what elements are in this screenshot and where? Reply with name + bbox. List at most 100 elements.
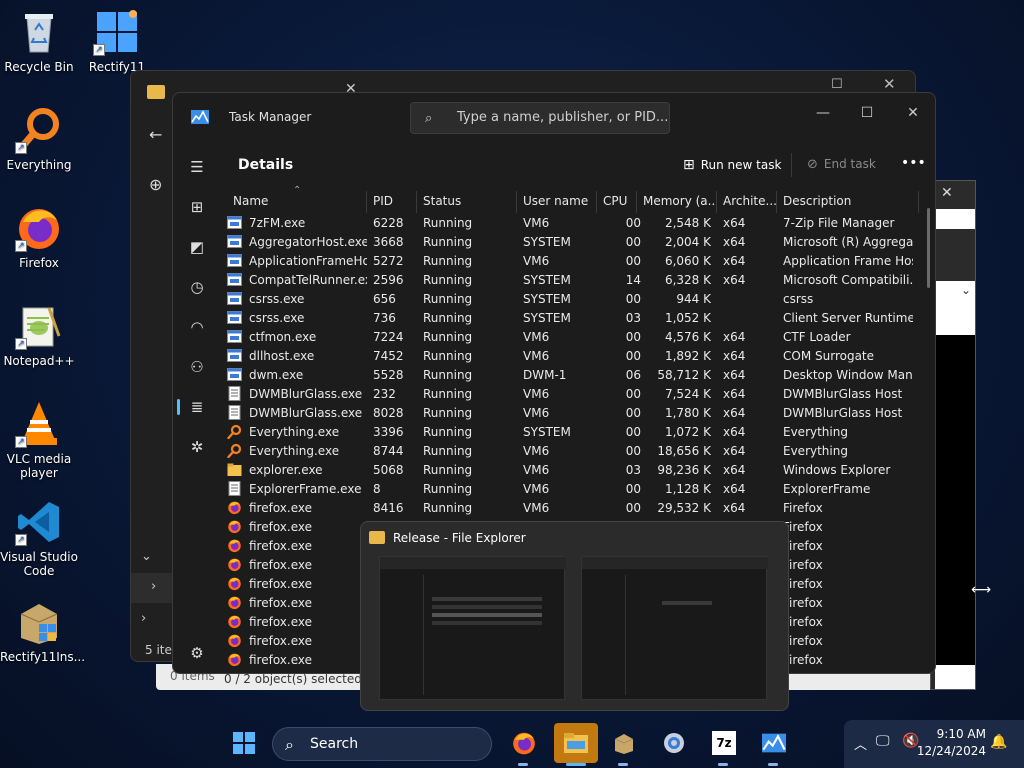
desktop-icon-notepadpp[interactable]: ↗ Notepad++ [0, 302, 78, 368]
cell-mem: 4,576 K [664, 330, 711, 344]
maximize-button[interactable]: ☐ [845, 99, 889, 127]
page-title: Details [238, 157, 294, 173]
minimize-button[interactable]: — [801, 99, 845, 127]
combo-box[interactable]: ⌄ [935, 281, 975, 305]
desktop-icon-vlc[interactable]: ↗ VLC media player [0, 400, 78, 480]
end-task-button[interactable]: ⊘ End task [807, 157, 876, 172]
taskbar-file-explorer[interactable] [554, 723, 598, 763]
cell-name: explorer.exe [249, 463, 323, 477]
taskbar-thumbnail-preview[interactable]: Release - File Explorer [360, 521, 789, 711]
cell-user: VM6 [523, 216, 550, 230]
column-header-pid[interactable]: PID [367, 191, 417, 213]
process-row[interactable]: ApplicationFrameHo... 5272 Running VM6 00 6,0… [223, 252, 921, 271]
desktop-icon-rectify11-installer[interactable]: Rectify11Ins... [0, 598, 85, 664]
services-icon[interactable]: ✲ [185, 435, 209, 459]
process-row[interactable]: ExplorerFrame.exe 8 Running VM6 00 1,128 K x64… [223, 480, 921, 499]
cell-desc: ExplorerFrame [783, 482, 871, 496]
process-row[interactable]: csrss.exe 656 Running SYSTEM 00 944 K csrss [223, 290, 921, 309]
scrollbar-thumb[interactable] [927, 208, 930, 288]
settings-gear-icon[interactable]: ⚙ [185, 641, 209, 665]
shortcut-arrow-icon: ↗ [15, 240, 27, 252]
column-header-description[interactable]: Description [777, 191, 919, 213]
nav-expand-row[interactable]: › [131, 605, 173, 635]
run-new-task-button[interactable]: ⊞ Run new task [683, 157, 781, 173]
desktop-icon-rectify11-control[interactable]: ↗ Rectify11 Control [78, 8, 156, 77]
startup-apps-icon[interactable]: ◠ [185, 315, 209, 339]
column-header-memory[interactable]: Memory (a... [637, 191, 717, 213]
start-button[interactable] [226, 725, 262, 761]
column-header-user[interactable]: User name [517, 191, 597, 213]
close-icon[interactable]: ✕ [941, 185, 953, 201]
taskbar-search-box[interactable]: ⌕ Search [272, 727, 492, 761]
column-header-name[interactable]: Name [227, 191, 367, 213]
process-row[interactable]: DWMBlurGlass.exe 8028 Running VM6 00 1,780 K x… [223, 404, 921, 423]
process-row[interactable]: csrss.exe 736 Running SYSTEM 03 1,052 K Client… [223, 309, 921, 328]
process-row[interactable]: dllhost.exe 7452 Running VM6 00 1,892 K x64 COM… [223, 347, 921, 366]
desktop-icon-everything[interactable]: ↗ Everything [0, 106, 78, 172]
process-row[interactable]: dwm.exe 5528 Running DWM-1 06 58,712 K x64 Desk… [223, 366, 921, 385]
notification-bell-icon[interactable]: 🔔 [990, 734, 1007, 750]
search-placeholder: Type a name, publisher, or PID... [457, 110, 669, 125]
cell-cpu: 00 [625, 235, 641, 249]
taskbar-settings[interactable] [656, 725, 692, 761]
show-hidden-icons-chevron-icon[interactable]: ︿ [854, 734, 867, 753]
cell-arch: x64 [723, 425, 746, 439]
close-icon[interactable]: ✕ [883, 75, 896, 93]
taskbar-firefox[interactable] [506, 725, 542, 761]
process-row[interactable]: ctfmon.exe 7224 Running VM6 00 4,576 K x64 CTF … [223, 328, 921, 347]
cell-arch: x64 [723, 387, 746, 401]
network-icon[interactable]: 🖵 [876, 733, 890, 749]
taskbar-notepadpp[interactable] [606, 725, 642, 761]
process-row[interactable]: CompatTelRunner.exe 2596 Running SYSTEM 14 6,… [223, 271, 921, 290]
taskbar-7zip[interactable]: 7z [706, 725, 742, 761]
nav-expand-row[interactable]: ⌄ [131, 543, 173, 573]
column-header-architecture[interactable]: Archite... [717, 191, 777, 213]
desktop-icon-recycle-bin[interactable]: Recycle Bin [0, 8, 78, 74]
search-input[interactable]: ⌕ Type a name, publisher, or PID... [410, 102, 670, 134]
cell-arch: x64 [723, 368, 746, 382]
taskbar-task-manager[interactable] [756, 725, 792, 761]
firefox-process-icon [227, 595, 242, 610]
app-history-icon[interactable]: ◷ [185, 275, 209, 299]
process-row[interactable]: 7zFM.exe 6228 Running VM6 00 2,548 K x64 7-Zip … [223, 214, 921, 233]
firefox-process-icon [227, 557, 242, 572]
process-row[interactable]: explorer.exe 5068 Running VM6 03 98,236 K x64 W… [223, 461, 921, 480]
close-button[interactable]: ✕ [891, 99, 935, 127]
processes-icon[interactable]: ⊞ [185, 195, 209, 219]
console-area [935, 335, 975, 665]
desktop-icon-vscode[interactable]: ↗ Visual Studio Code [0, 498, 78, 578]
process-row[interactable]: AggregatorHost.exe 3668 Running SYSTEM 00 2,0… [223, 233, 921, 252]
process-row[interactable]: Everything.exe 8744 Running VM6 00 18,656 K x6… [223, 442, 921, 461]
cell-cpu: 00 [625, 216, 641, 230]
users-icon[interactable]: ⚇ [185, 355, 209, 379]
process-row[interactable]: firefox.exe 8416 Running VM6 00 29,532 K x64 Fi… [223, 499, 921, 518]
details-icon[interactable]: ≣ [185, 395, 209, 419]
shortcut-arrow-icon: ↗ [15, 142, 27, 154]
desktop-icon-firefox[interactable]: ↗ Firefox [0, 204, 78, 270]
cell-user: VM6 [523, 387, 550, 401]
app-process-icon [227, 291, 242, 306]
window-thumbnail-2[interactable] [581, 556, 768, 700]
clock-time[interactable]: 9:10 AM [926, 727, 986, 741]
cell-arch: x64 [723, 463, 746, 477]
cell-name: ExplorerFrame.exe [249, 482, 362, 496]
clock-date[interactable]: 12/24/2024 [916, 744, 986, 758]
cell-name: DWMBlurGlass.exe [249, 387, 363, 401]
back-arrow-icon[interactable]: ← [149, 125, 162, 144]
process-row[interactable]: Everything.exe 3396 Running SYSTEM 00 1,072 K… [223, 423, 921, 442]
more-options-button[interactable]: ••• [901, 155, 926, 171]
cell-name: 7zFM.exe [249, 216, 306, 230]
hamburger-menu-icon[interactable]: ☰ [185, 155, 209, 179]
cell-pid: 5528 [373, 368, 404, 382]
window-thumbnail-1[interactable] [379, 556, 566, 700]
column-header-cpu[interactable]: CPU [597, 191, 637, 213]
new-item-icon[interactable]: ⊕ [149, 175, 162, 194]
cell-status: Running [423, 254, 473, 268]
cell-arch: x64 [723, 349, 746, 363]
cell-user: VM6 [523, 330, 550, 344]
process-row[interactable]: DWMBlurGlass.exe 232 Running VM6 00 7,524 K x6… [223, 385, 921, 404]
performance-icon[interactable]: ◩ [185, 235, 209, 259]
maximize-icon[interactable]: ☐ [831, 77, 843, 92]
nav-expand-row[interactable]: › [131, 573, 173, 603]
column-header-status[interactable]: Status [417, 191, 517, 213]
